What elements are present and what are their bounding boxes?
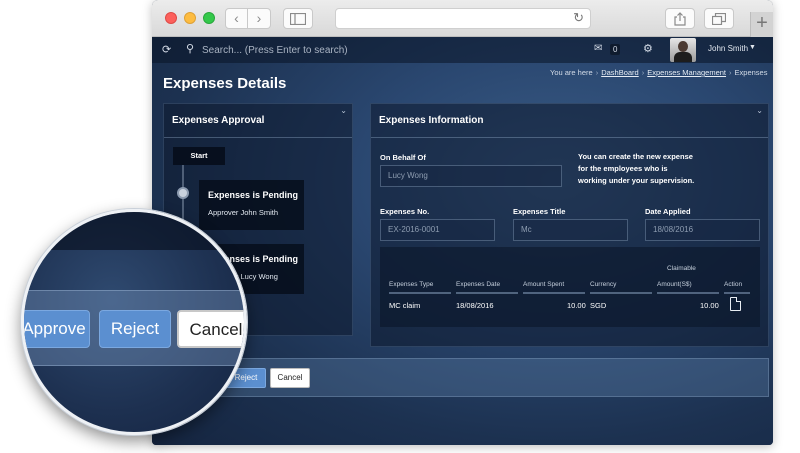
header-underline bbox=[590, 292, 652, 294]
cancel-button[interactable]: Cancel bbox=[270, 368, 310, 388]
back-button[interactable]: ‹ bbox=[225, 8, 248, 29]
chevron-left-icon: ‹ bbox=[234, 10, 239, 26]
timeline-start: Start bbox=[173, 147, 225, 165]
table-header: Expenses Type bbox=[389, 281, 434, 288]
gear-icon[interactable]: ⚙ bbox=[643, 42, 653, 55]
table-header: Action bbox=[724, 281, 743, 288]
step-title: Expenses is Pending bbox=[208, 190, 299, 200]
table-header-claimable: Claimable bbox=[667, 265, 696, 272]
reject-button-magnified[interactable]: Reject bbox=[99, 310, 171, 348]
cell-amount-spent: 10.00 bbox=[567, 301, 586, 310]
app-topbar: ⟳ ⚲ ✉ 0 ⚙ John Smith ▼ bbox=[152, 37, 773, 63]
expenses-no-field[interactable]: EX-2016-0001 bbox=[380, 219, 495, 241]
browser-toolbar: ‹ › ↻ + bbox=[152, 0, 773, 37]
header-underline bbox=[724, 292, 750, 294]
sidebar-toggle-button[interactable] bbox=[283, 8, 313, 29]
expenses-title-label: Expenses Title bbox=[513, 207, 566, 216]
reload-icon[interactable]: ↻ bbox=[573, 10, 584, 26]
user-name[interactable]: John Smith bbox=[708, 44, 748, 53]
panel-title: Expenses Information bbox=[379, 115, 484, 126]
table-header: Expenses Date bbox=[456, 281, 501, 288]
chevron-right-icon: › bbox=[256, 10, 262, 26]
header-underline bbox=[456, 292, 518, 294]
action-bar: Reject Cancel bbox=[163, 358, 769, 397]
avatar[interactable] bbox=[670, 38, 696, 62]
panel-header: Expenses Approval ⌄ bbox=[164, 104, 352, 138]
timeline-node-icon bbox=[177, 187, 189, 199]
tabs-icon bbox=[711, 12, 727, 26]
breadcrumb-dashboard[interactable]: DashBoard bbox=[601, 68, 639, 77]
panel-header: Expenses Information ⌄ bbox=[371, 104, 768, 138]
expenses-table: Claimable Expenses Type Expenses Date Am… bbox=[380, 247, 760, 327]
plus-icon: + bbox=[756, 12, 768, 34]
search-input[interactable] bbox=[202, 41, 502, 59]
expenses-no-label: Expenses No. bbox=[380, 207, 430, 216]
cancel-button-magnified[interactable]: Cancel bbox=[177, 310, 244, 348]
document-icon[interactable] bbox=[730, 297, 741, 311]
approve-button-magnified[interactable]: Approve bbox=[24, 310, 90, 348]
share-icon bbox=[674, 12, 686, 26]
forward-button[interactable]: › bbox=[248, 8, 271, 29]
breadcrumb: You are here › DashBoard › Expenses Manageme… bbox=[550, 68, 768, 77]
header-underline bbox=[523, 292, 585, 294]
header-underline bbox=[389, 292, 451, 294]
chevron-down-icon[interactable]: ▼ bbox=[749, 44, 756, 51]
expenses-information-panel: Expenses Information ⌄ On Behalf Of Lucy… bbox=[370, 103, 769, 347]
collapse-chevron-icon[interactable]: ⌄ bbox=[756, 106, 763, 115]
sidebar-icon bbox=[289, 12, 307, 26]
collapse-chevron-icon[interactable]: ⌄ bbox=[340, 106, 347, 115]
search-icon: ⚲ bbox=[186, 43, 195, 55]
table-header: Currency bbox=[590, 281, 617, 288]
on-behalf-label: On Behalf Of bbox=[380, 153, 426, 162]
share-button[interactable] bbox=[665, 8, 695, 29]
date-applied-field[interactable]: 18/08/2016 bbox=[645, 219, 760, 241]
breadcrumb-current: Expenses bbox=[734, 68, 768, 77]
address-bar[interactable]: ↻ bbox=[335, 8, 591, 29]
table-header: Amount(S$) bbox=[657, 281, 692, 288]
breadcrumb-expenses-management[interactable]: Expenses Management bbox=[647, 68, 726, 77]
magnified-panel-edge bbox=[24, 212, 244, 250]
mail-count-badge: 0 bbox=[610, 44, 621, 55]
on-behalf-field[interactable]: Lucy Wong bbox=[380, 165, 562, 187]
magnifier-callout: Approve Reject Cancel bbox=[21, 209, 247, 435]
on-behalf-hint: You can create the new expense for the e… bbox=[578, 152, 695, 185]
new-tab-button[interactable]: + bbox=[750, 12, 773, 37]
close-window-button[interactable] bbox=[165, 12, 177, 24]
minimize-window-button[interactable] bbox=[184, 12, 196, 24]
expenses-title-field[interactable]: Mc bbox=[513, 219, 628, 241]
date-applied-label: Date Applied bbox=[645, 207, 691, 216]
cell-currency: SGD bbox=[590, 301, 607, 310]
cell-expenses-type: MC claim bbox=[389, 301, 421, 310]
browser-window: ‹ › ↻ + ⟳ ⚲ ✉ 0 ⚙ John Smith ▼ Expenses … bbox=[152, 0, 773, 445]
refresh-icon[interactable]: ⟳ bbox=[162, 43, 171, 56]
zoom-window-button[interactable] bbox=[203, 12, 215, 24]
show-tabs-button[interactable] bbox=[704, 8, 734, 29]
breadcrumb-prefix: You are here bbox=[550, 68, 593, 77]
panel-title: Expenses Approval bbox=[172, 115, 265, 126]
header-underline bbox=[657, 292, 719, 294]
page-title: Expenses Details bbox=[163, 75, 287, 92]
cell-expenses-date: 18/08/2016 bbox=[456, 301, 494, 310]
mail-icon[interactable]: ✉ bbox=[594, 43, 602, 54]
table-header: Amount Spent bbox=[523, 281, 565, 288]
cell-claimable-amount: 10.00 bbox=[700, 301, 719, 310]
app-content: ⟳ ⚲ ✉ 0 ⚙ John Smith ▼ Expenses Details … bbox=[152, 37, 773, 445]
